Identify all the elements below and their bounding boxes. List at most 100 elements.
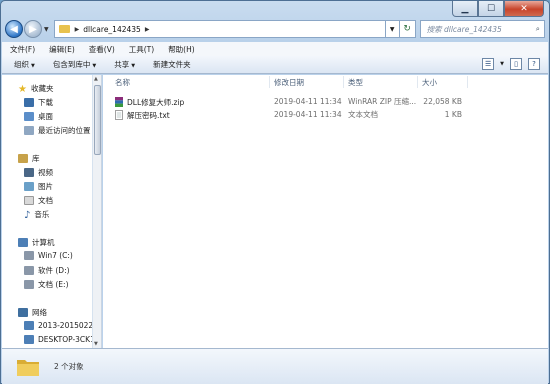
back-button[interactable]: ◀ (5, 20, 23, 38)
pictures-icon (24, 182, 34, 191)
nav-item-label: 最近访问的位置 (38, 126, 91, 135)
column-divider[interactable] (269, 76, 270, 88)
search-icon[interactable]: ⌕ (536, 24, 540, 34)
preview-pane-icon[interactable]: ▯ (510, 58, 522, 70)
menu-view[interactable]: 查看(V) (89, 44, 115, 55)
nav-item-downloads[interactable]: 下载 (24, 97, 53, 108)
file-type: WinRAR ZIP 压缩... (348, 97, 417, 106)
breadcrumb-separator-icon[interactable]: ▶ (75, 26, 80, 33)
nav-item-label: 图片 (38, 182, 53, 191)
nav-network[interactable]: 网络 (18, 307, 47, 318)
menu-file[interactable]: 文件(F) (10, 44, 35, 55)
refresh-button[interactable]: ↻ (399, 20, 416, 38)
address-bar[interactable]: ▶ dllcare_142435 ▶ (53, 20, 386, 38)
details-pane: 2 个对象 (2, 348, 548, 384)
forward-arrow-icon: ▶ (29, 23, 37, 35)
search-placeholder: 搜索 dllcare_142435 (426, 24, 502, 34)
share-button[interactable]: 共享 ▼ (114, 59, 135, 70)
nav-libraries[interactable]: 库 (18, 153, 40, 164)
nav-item-drive-d[interactable]: 软件 (D:) (24, 265, 70, 276)
minimize-icon: ▁ (461, 3, 469, 14)
nav-item-network-pc[interactable]: 2013-20150228 (24, 321, 93, 330)
nav-computer[interactable]: 计算机 (18, 237, 55, 248)
nav-item-network-pc[interactable]: DESKTOP-3CK1 (24, 335, 92, 344)
nav-item-label: 文档 (38, 196, 53, 205)
search-input[interactable]: 搜索 dllcare_142435 ⌕ (419, 20, 545, 38)
column-divider[interactable] (343, 76, 344, 88)
file-name: DLL修复大师.zip (127, 97, 185, 107)
nav-favorites[interactable]: ★ 收藏夹 (18, 83, 54, 95)
breadcrumb-current[interactable]: dllcare_142435 (83, 25, 141, 34)
nav-favorites-label: 收藏夹 (30, 84, 54, 93)
chevron-down-icon: ▼ (131, 63, 136, 69)
folder-icon (17, 359, 39, 376)
nav-item-label: 音乐 (34, 210, 50, 219)
recent-pages-dropdown[interactable]: ▼ (44, 26, 49, 33)
nav-item-pictures[interactable]: 图片 (24, 181, 53, 192)
column-date[interactable]: 修改日期 (274, 77, 304, 88)
forward-button[interactable]: ▶ (24, 20, 42, 38)
text-file-icon (115, 109, 123, 120)
drive-icon (24, 280, 34, 289)
star-icon: ★ (18, 84, 27, 95)
nav-item-music[interactable]: ♪ 音乐 (24, 209, 50, 221)
close-button[interactable]: ✕ (504, 1, 544, 17)
change-view-icon[interactable]: ☰ (482, 58, 495, 70)
nav-item-drive-e[interactable]: 文档 (E:) (24, 279, 69, 290)
scrollbar-thumb[interactable] (94, 85, 101, 155)
nav-item-desktop[interactable]: 桌面 (24, 111, 53, 122)
scroll-down-icon[interactable]: ▼ (94, 341, 98, 347)
nav-item-label: 文档 (E:) (38, 280, 69, 289)
desktop-icon (24, 112, 34, 121)
column-headers: 名称 修改日期 类型 大小 (103, 75, 548, 89)
menu-help[interactable]: 帮助(H) (168, 44, 195, 55)
table-row[interactable]: DLL修复大师.zip 2019-04-11 11:34 WinRAR ZIP … (103, 95, 548, 108)
documents-icon (24, 196, 34, 205)
nav-network-label: 网络 (32, 308, 47, 317)
nav-scrollbar[interactable]: ▲ ▼ (93, 75, 102, 348)
column-divider[interactable] (417, 76, 418, 88)
scroll-up-icon[interactable]: ▲ (94, 76, 98, 82)
breadcrumb-chevron-icon[interactable]: ▶ (145, 26, 150, 33)
nav-item-documents[interactable]: 文档 (24, 195, 53, 206)
maximize-button[interactable]: ☐ (478, 1, 504, 17)
minimize-button[interactable]: ▁ (452, 1, 478, 17)
chevron-down-icon: ▼ (92, 63, 97, 69)
nav-item-label: 2013-20150228 (38, 321, 93, 330)
column-name[interactable]: 名称 (115, 77, 130, 88)
view-dropdown-icon[interactable]: ▼ (500, 61, 504, 67)
file-name-cell: 解压密码.txt (115, 109, 170, 120)
column-divider[interactable] (467, 76, 468, 88)
music-icon: ♪ (24, 210, 31, 221)
menu-edit[interactable]: 编辑(E) (49, 44, 75, 55)
nav-item-recent[interactable]: 最近访问的位置 (24, 125, 91, 136)
menu-bar: 文件(F) 编辑(E) 查看(V) 工具(T) 帮助(H) (2, 42, 548, 56)
nav-item-videos[interactable]: 视频 (24, 167, 53, 178)
videos-icon (24, 168, 34, 177)
nav-item-label: 软件 (D:) (38, 266, 70, 275)
chevron-down-icon: ▼ (31, 63, 35, 69)
address-history-dropdown[interactable]: ▼ (385, 20, 400, 38)
nav-item-label: Win7 (C:) (38, 251, 73, 260)
column-size[interactable]: 大小 (422, 77, 437, 88)
network-icon (18, 308, 28, 317)
menu-tools[interactable]: 工具(T) (129, 44, 154, 55)
include-in-library-button[interactable]: 包含到库中 ▼ (53, 59, 96, 70)
table-row[interactable]: 解压密码.txt 2019-04-11 11:34 文本文档 1 KB (103, 108, 548, 121)
winrar-zip-icon (115, 96, 123, 107)
file-size: 1 KB (444, 110, 462, 119)
new-folder-button[interactable]: 新建文件夹 (153, 59, 191, 70)
file-size: 22,058 KB (423, 97, 462, 106)
file-list: 名称 修改日期 类型 大小 DLL修复大师.zip 2019-04-11 11:… (103, 75, 548, 348)
address-row: ◀ ▶ ▼ ▶ dllcare_142435 ▶ ▼ ↻ 搜索 dllcare_… (5, 18, 545, 40)
help-icon[interactable]: ? (528, 58, 540, 70)
nav-item-drive-c[interactable]: Win7 (C:) (24, 251, 73, 260)
nav-item-label: 桌面 (38, 112, 53, 121)
share-label: 共享 (114, 60, 130, 69)
organize-button[interactable]: 组织 ▼ (14, 59, 35, 70)
file-type: 文本文档 (348, 110, 378, 119)
column-type[interactable]: 类型 (348, 77, 363, 88)
organize-label: 组织 (14, 60, 29, 69)
maximize-icon: ☐ (486, 3, 496, 14)
downloads-icon (24, 98, 34, 107)
